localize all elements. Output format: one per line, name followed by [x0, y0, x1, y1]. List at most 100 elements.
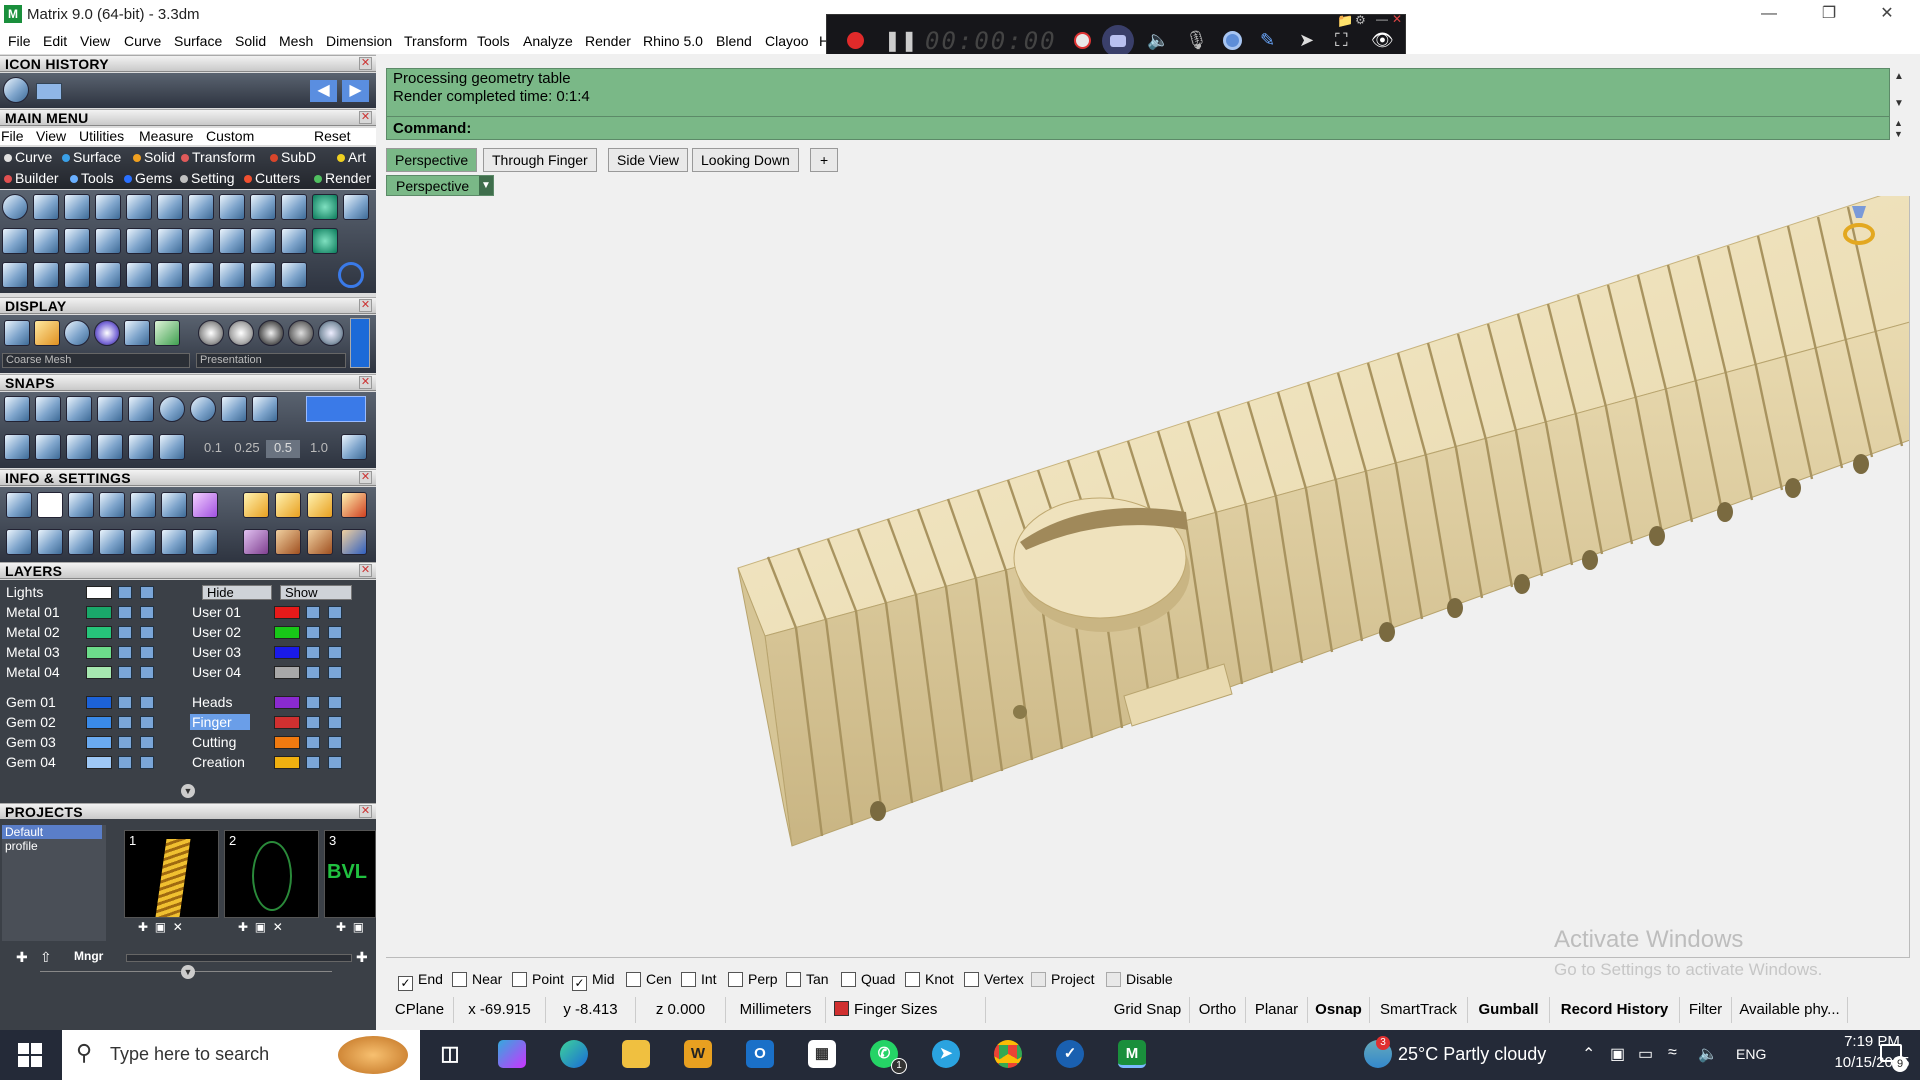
- layer-finger-color[interactable]: [274, 716, 300, 729]
- add-thumb-icon[interactable]: ✚: [356, 949, 372, 965]
- layer-heads-name[interactable]: Heads: [192, 694, 232, 710]
- category-cutters[interactable]: Cutters: [244, 170, 300, 186]
- document-icon[interactable]: [130, 492, 156, 518]
- artistic-icon[interactable]: [154, 320, 180, 346]
- windows-start-icon[interactable]: [18, 1043, 42, 1067]
- layer-gem03-name[interactable]: Gem 03: [6, 734, 56, 750]
- prong-tool-icon[interactable]: [126, 194, 152, 220]
- snap-project-icon[interactable]: [252, 396, 278, 422]
- printer-icon[interactable]: [68, 492, 94, 518]
- stripes-tool-icon[interactable]: [188, 194, 214, 220]
- category-render[interactable]: Render: [314, 170, 371, 186]
- category-setting[interactable]: Setting: [180, 170, 235, 186]
- wifi-icon[interactable]: ≈: [1668, 1044, 1677, 1062]
- category-gems[interactable]: Gems: [124, 170, 172, 186]
- scroll-down-icon[interactable]: ▼: [1894, 129, 1903, 139]
- lock-icon[interactable]: [118, 666, 132, 679]
- taskbar-search-box[interactable]: ⚲ Type here to search: [62, 1030, 420, 1080]
- close-icon[interactable]: ✕: [359, 564, 372, 577]
- edit-icon[interactable]: [161, 492, 187, 518]
- chevron-up-icon[interactable]: ⌃: [1582, 1044, 1595, 1064]
- main-menu-view[interactable]: View: [36, 128, 66, 144]
- move-tool-icon[interactable]: [2, 262, 28, 288]
- visibility-icon[interactable]: [140, 756, 154, 769]
- category-transform[interactable]: Transform: [181, 149, 255, 165]
- main-menu-utilities[interactable]: Utilities: [79, 128, 124, 144]
- visibility-icon[interactable]: [140, 666, 154, 679]
- osnap-quad[interactable]: Quad: [841, 971, 895, 987]
- layer-cutting-color[interactable]: [274, 736, 300, 749]
- visibility-icon[interactable]: [140, 736, 154, 749]
- mesh-quality-select[interactable]: Coarse Mesh: [2, 353, 190, 368]
- book-icon[interactable]: [99, 529, 125, 555]
- plugin-2-icon[interactable]: [275, 529, 301, 555]
- osnap-point[interactable]: Point: [512, 971, 564, 987]
- material-chrome-icon[interactable]: [288, 320, 314, 346]
- lock-icon[interactable]: [118, 626, 132, 639]
- cplane-button[interactable]: CPlane: [386, 997, 454, 1023]
- lighting-icon[interactable]: [34, 320, 60, 346]
- layer-metal04-color[interactable]: [86, 666, 112, 679]
- monitor-icon[interactable]: [37, 529, 63, 555]
- lock-icon[interactable]: [118, 756, 132, 769]
- display-mode-select[interactable]: Presentation: [196, 353, 346, 368]
- measure-icon[interactable]: [161, 529, 187, 555]
- category-art[interactable]: Art: [337, 149, 366, 165]
- landscape-tool-icon[interactable]: [281, 194, 307, 220]
- rotate-tool-icon[interactable]: [33, 262, 59, 288]
- osnap-cen[interactable]: Cen: [626, 971, 672, 987]
- layer-user04-color[interactable]: [274, 666, 300, 679]
- category-surface[interactable]: Surface: [62, 149, 121, 165]
- matrix-logo-icon[interactable]: [3, 77, 29, 103]
- open-folder-icon[interactable]: [36, 83, 62, 100]
- visibility-icon[interactable]: [328, 666, 342, 679]
- ortho-snap-icon[interactable]: [35, 434, 61, 460]
- lock-icon[interactable]: [306, 646, 320, 659]
- snap-toggle[interactable]: [306, 396, 366, 422]
- windows-icon[interactable]: [6, 529, 32, 555]
- lock-icon[interactable]: [118, 646, 132, 659]
- notes-icon[interactable]: [192, 529, 218, 555]
- trim-tool-icon[interactable]: [281, 262, 307, 288]
- scale-tool-icon[interactable]: [157, 262, 183, 288]
- visibility-icon[interactable]: [140, 716, 154, 729]
- snap-point-icon[interactable]: [66, 396, 92, 422]
- layer-gem01-name[interactable]: Gem 01: [6, 694, 56, 710]
- matrix-logo-icon[interactable]: [2, 194, 28, 220]
- zoom-slider-handle[interactable]: ▼: [181, 965, 195, 979]
- lock-icon[interactable]: [306, 756, 320, 769]
- snap-center-icon[interactable]: [190, 396, 216, 422]
- microphone-icon[interactable]: 🎙: [1185, 30, 1208, 51]
- smarttrack-toggle[interactable]: SmartTrack: [1370, 997, 1468, 1023]
- lock-icon[interactable]: [306, 626, 320, 639]
- green-gem-icon[interactable]: [312, 194, 338, 220]
- menu-dimension[interactable]: Dimension: [326, 33, 392, 49]
- xray-icon[interactable]: [124, 320, 150, 346]
- close-button[interactable]: ✕: [1864, 0, 1910, 30]
- weather-text[interactable]: 25°C Partly cloudy: [1398, 1044, 1546, 1065]
- osnap-end[interactable]: ✓ End: [398, 971, 443, 991]
- layer-metal03-name[interactable]: Metal 03: [6, 644, 60, 660]
- osnap-toggle[interactable]: Osnap: [1308, 997, 1370, 1023]
- layer-metal02-name[interactable]: Metal 02: [6, 624, 60, 640]
- light-tool-icon[interactable]: [64, 194, 90, 220]
- main-menu-file[interactable]: File: [1, 128, 24, 144]
- layer-gem02-color[interactable]: [86, 716, 112, 729]
- record-icon[interactable]: [847, 32, 864, 49]
- menu-view[interactable]: View: [80, 33, 110, 49]
- recorder-minimize-icon[interactable]: —: [1376, 12, 1388, 26]
- snap-value-01[interactable]: 0.1: [198, 440, 228, 458]
- material-platinum-icon[interactable]: [318, 320, 344, 346]
- head-tool-icon[interactable]: [33, 228, 59, 254]
- menu-curve[interactable]: Curve: [124, 33, 161, 49]
- project-thumb-2[interactable]: 2: [224, 830, 319, 918]
- array-tool-icon[interactable]: [219, 262, 245, 288]
- close-icon[interactable]: ✕: [359, 805, 372, 818]
- project-thumb-3[interactable]: 3 BVL: [324, 830, 376, 918]
- osnap-project[interactable]: Project: [1031, 971, 1095, 987]
- copilot-icon[interactable]: [498, 1040, 526, 1068]
- tab-through-finger[interactable]: Through Finger: [483, 148, 597, 172]
- material-gold-icon[interactable]: [198, 320, 224, 346]
- sphere-gem-icon[interactable]: [312, 228, 338, 254]
- tab-side-view[interactable]: Side View: [608, 148, 689, 172]
